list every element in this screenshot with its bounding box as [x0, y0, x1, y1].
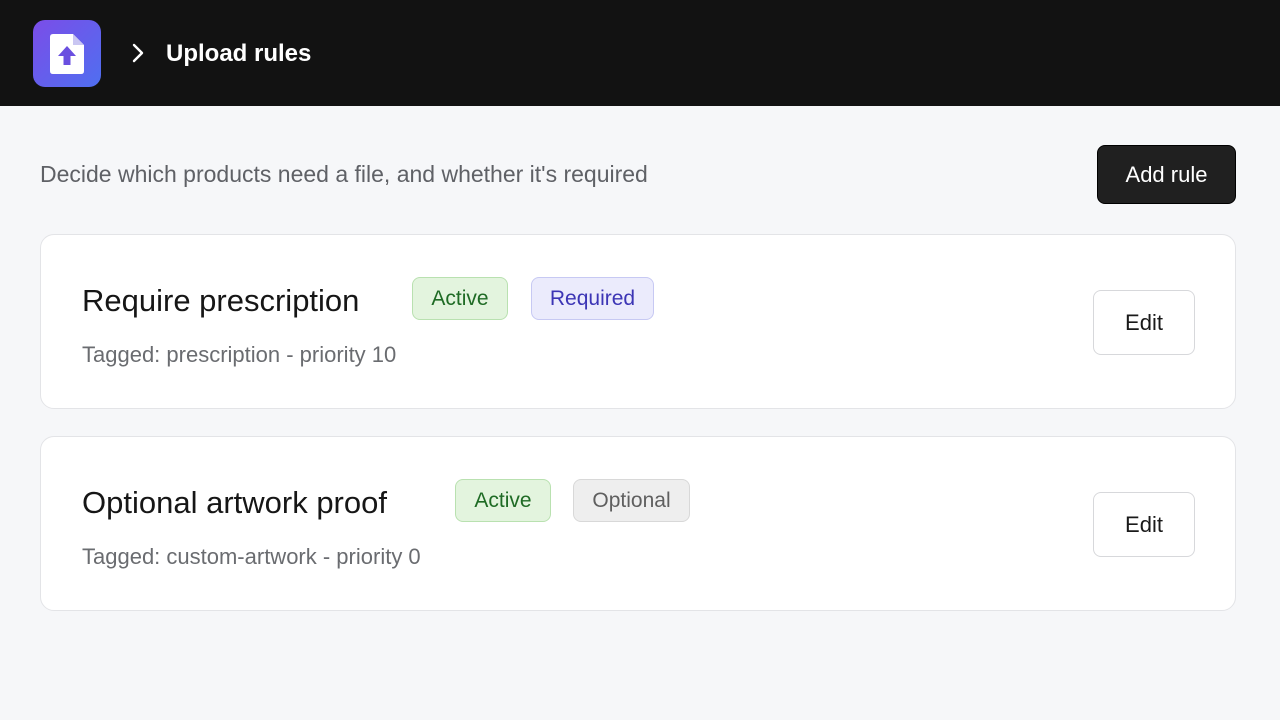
- page-subtitle: Decide which products need a file, and w…: [40, 161, 648, 187]
- chevron-right-icon: [128, 40, 148, 66]
- rule-title: Optional artwork proof: [82, 485, 387, 520]
- rule-title: Require prescription: [82, 283, 360, 318]
- edit-rule-button[interactable]: Edit: [1093, 290, 1195, 355]
- add-rule-button[interactable]: Add rule: [1097, 145, 1236, 204]
- file-upload-icon[interactable]: [33, 20, 101, 87]
- requirement-badge: Optional: [573, 479, 690, 522]
- edit-rule-button[interactable]: Edit: [1093, 492, 1195, 557]
- rule-meta: Tagged: prescription - priority 10: [82, 342, 397, 367]
- top-bar: Upload rules: [0, 0, 1280, 106]
- status-badge: Active: [455, 479, 551, 522]
- requirement-badge: Required: [531, 277, 654, 320]
- status-badge: Active: [412, 277, 508, 320]
- page-title: Upload rules: [166, 40, 312, 67]
- rule-card: Require prescription Active Required Tag…: [40, 234, 1236, 409]
- rule-meta: Tagged: custom-artwork - priority 0: [82, 544, 421, 569]
- rule-card: Optional artwork proof Active Optional T…: [40, 436, 1236, 611]
